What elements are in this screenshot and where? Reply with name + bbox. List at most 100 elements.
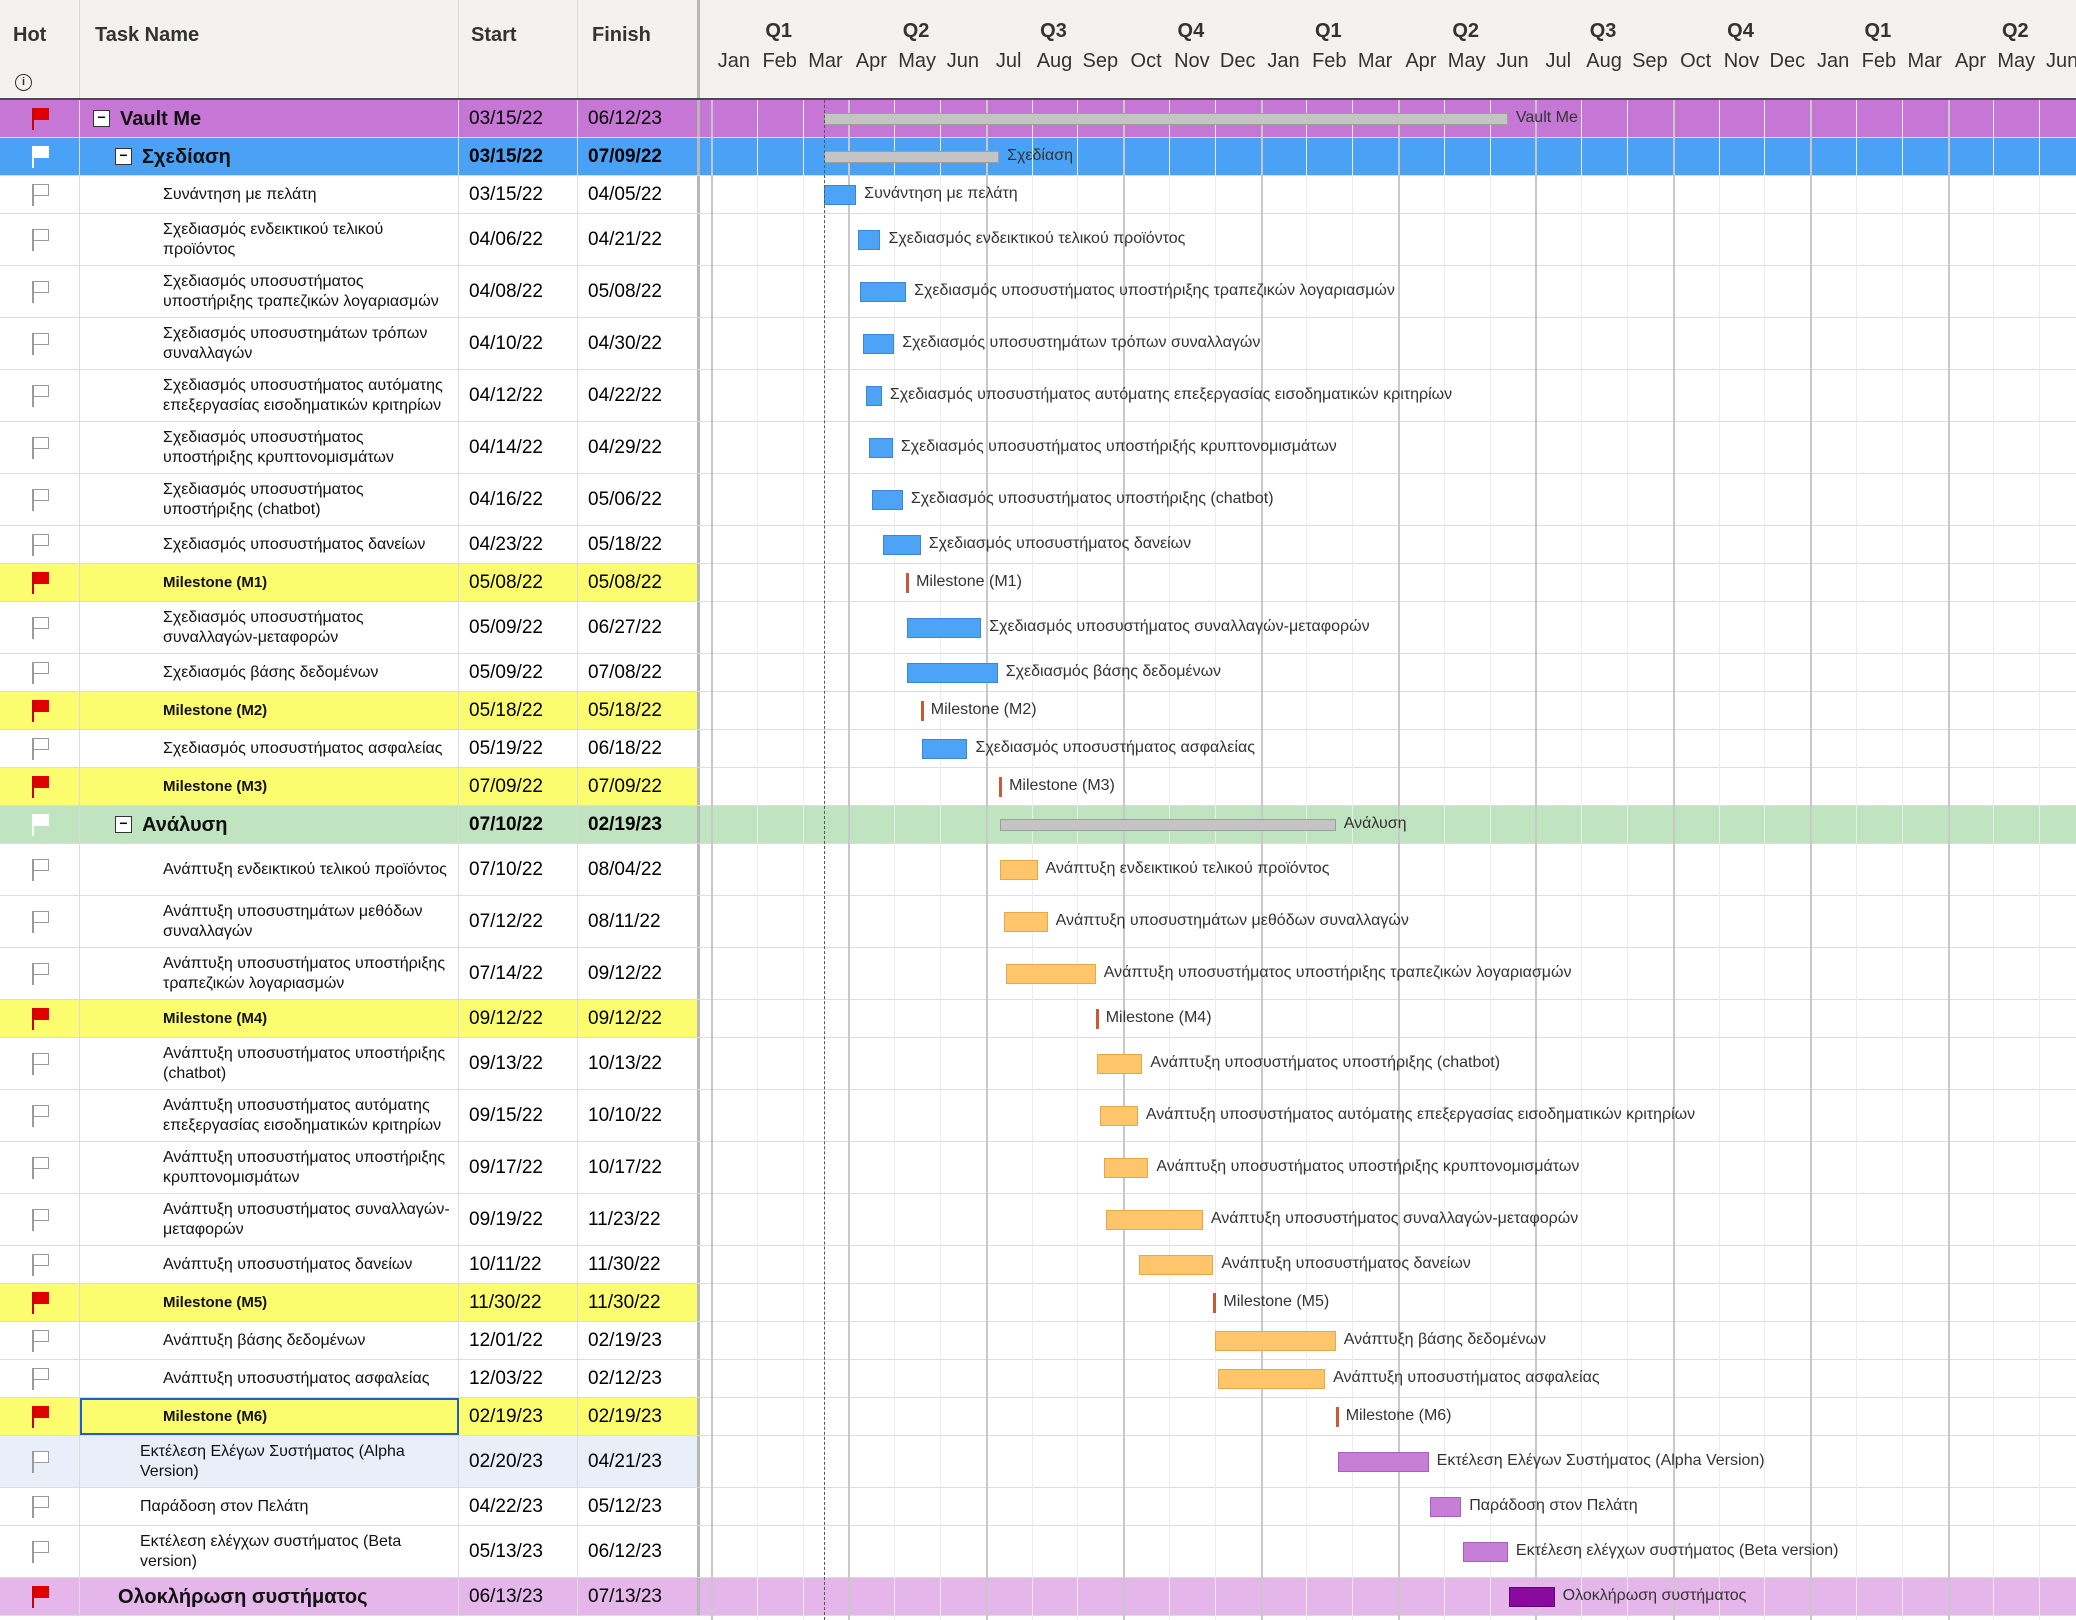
task-bar[interactable] <box>1106 1210 1203 1230</box>
hot-cell[interactable] <box>0 844 80 895</box>
task-name-cell[interactable]: Milestone (M3) <box>80 768 459 805</box>
task-bar[interactable] <box>869 438 893 458</box>
start-date-cell[interactable]: 03/15/22 <box>459 138 578 175</box>
hot-cell[interactable] <box>0 214 80 265</box>
hot-cell[interactable] <box>0 1194 80 1245</box>
column-header-hot[interactable]: Hot i <box>0 0 80 100</box>
task-name-cell[interactable]: Ανάπτυξη υποσυστήματος υποστήριξης (chat… <box>80 1038 459 1089</box>
hot-cell[interactable] <box>0 1488 80 1525</box>
flag-icon[interactable] <box>29 182 51 208</box>
flag-icon[interactable] <box>29 1366 51 1392</box>
milestone-marker[interactable] <box>1335 1407 1339 1427</box>
flag-icon[interactable] <box>29 1290 51 1316</box>
hot-cell[interactable] <box>0 1246 80 1283</box>
finish-date-cell[interactable]: 09/12/22 <box>578 1000 700 1037</box>
finish-date-cell[interactable]: 04/21/22 <box>578 214 700 265</box>
hot-cell[interactable] <box>0 1360 80 1397</box>
finish-date-cell[interactable]: 11/30/22 <box>578 1246 700 1283</box>
start-date-cell[interactable]: 10/11/22 <box>459 1246 578 1283</box>
start-date-cell[interactable]: 06/13/23 <box>459 1578 578 1615</box>
task-name-cell[interactable]: Ανάπτυξη υποσυστήματος αυτόματης επεξεργ… <box>80 1090 459 1141</box>
start-date-cell[interactable]: 09/19/22 <box>459 1194 578 1245</box>
flag-icon[interactable] <box>29 570 51 596</box>
info-icon[interactable]: i <box>15 74 32 91</box>
task-bar[interactable] <box>1214 1331 1336 1351</box>
flag-icon[interactable] <box>29 1252 51 1278</box>
hot-cell[interactable] <box>0 1398 80 1435</box>
hot-cell[interactable] <box>0 176 80 213</box>
finish-date-cell[interactable]: 07/08/22 <box>578 654 700 691</box>
collapse-minus-icon[interactable]: − <box>93 110 110 127</box>
task-name-cell[interactable]: Milestone (M2) <box>80 692 459 729</box>
task-bar[interactable] <box>1509 1587 1555 1607</box>
task-name-cell[interactable]: Σχεδιασμός ενδεικτικού τελικού προϊόντος <box>80 214 459 265</box>
start-date-cell[interactable]: 04/08/22 <box>459 266 578 317</box>
finish-date-cell[interactable]: 05/08/22 <box>578 266 700 317</box>
flag-icon[interactable] <box>29 1207 51 1233</box>
start-date-cell[interactable]: 02/20/23 <box>459 1436 578 1487</box>
start-date-cell[interactable]: 12/03/22 <box>459 1360 578 1397</box>
collapse-minus-icon[interactable]: − <box>115 816 132 833</box>
task-bar[interactable] <box>907 663 998 683</box>
hot-cell[interactable] <box>0 1526 80 1577</box>
flag-icon[interactable] <box>29 812 51 838</box>
flag-icon[interactable] <box>29 615 51 641</box>
finish-date-cell[interactable]: 08/11/22 <box>578 896 700 947</box>
task-name-cell[interactable]: Ανάπτυξη υποσυστήματος δανείων <box>80 1246 459 1283</box>
task-name-cell[interactable]: Ανάπτυξη υποσυστήματος συναλλαγών-μεταφο… <box>80 1194 459 1245</box>
task-name-cell[interactable]: Milestone (M1) <box>80 564 459 601</box>
start-date-cell[interactable]: 04/14/22 <box>459 422 578 473</box>
hot-cell[interactable] <box>0 318 80 369</box>
start-date-cell[interactable]: 09/12/22 <box>459 1000 578 1037</box>
finish-date-cell[interactable]: 04/21/23 <box>578 1436 700 1487</box>
flag-icon[interactable] <box>29 1155 51 1181</box>
task-bar[interactable] <box>859 282 907 302</box>
start-date-cell[interactable]: 05/18/22 <box>459 692 578 729</box>
flag-icon[interactable] <box>29 331 51 357</box>
task-bar[interactable] <box>857 230 881 250</box>
hot-cell[interactable] <box>0 768 80 805</box>
hot-cell[interactable] <box>0 602 80 653</box>
task-name-cell[interactable]: Σχεδιασμός υποσυστήματος δανείων <box>80 526 459 563</box>
hot-cell[interactable] <box>0 948 80 999</box>
task-name-cell[interactable]: Ανάπτυξη βάσης δεδομένων <box>80 1322 459 1359</box>
start-date-cell[interactable]: 07/10/22 <box>459 806 578 843</box>
task-name-cell[interactable]: Εκτέλεση Ελέγων Συστήματος (Alpha Versio… <box>80 1436 459 1487</box>
start-date-cell[interactable]: 04/16/22 <box>459 474 578 525</box>
hot-cell[interactable] <box>0 730 80 767</box>
summary-bar[interactable] <box>1000 819 1336 831</box>
flag-icon[interactable] <box>29 1539 51 1565</box>
task-name-cell[interactable]: Σχεδιασμός υποσυστήματος υποστήριξης κρυ… <box>80 422 459 473</box>
finish-date-cell[interactable]: 02/19/23 <box>578 1398 700 1435</box>
hot-cell[interactable] <box>0 806 80 843</box>
start-date-cell[interactable]: 07/10/22 <box>459 844 578 895</box>
task-bar[interactable] <box>1006 964 1096 984</box>
task-bar[interactable] <box>1097 1054 1143 1074</box>
finish-date-cell[interactable]: 07/09/22 <box>578 138 700 175</box>
task-name-cell[interactable]: Milestone (M5) <box>80 1284 459 1321</box>
start-date-cell[interactable]: 09/17/22 <box>459 1142 578 1193</box>
finish-date-cell[interactable]: 05/08/22 <box>578 564 700 601</box>
finish-date-cell[interactable]: 04/22/22 <box>578 370 700 421</box>
flag-icon[interactable] <box>29 1006 51 1032</box>
start-date-cell[interactable]: 05/08/22 <box>459 564 578 601</box>
finish-date-cell[interactable]: 10/10/22 <box>578 1090 700 1141</box>
hot-cell[interactable] <box>0 266 80 317</box>
finish-date-cell[interactable]: 11/30/22 <box>578 1284 700 1321</box>
hot-cell[interactable] <box>0 526 80 563</box>
task-name-cell[interactable]: Ανάπτυξη υποσυστήματος υποστήριξης κρυπτ… <box>80 1142 459 1193</box>
column-header-task-name[interactable]: Task Name <box>80 0 459 100</box>
finish-date-cell[interactable]: 05/12/23 <box>578 1488 700 1525</box>
start-date-cell[interactable]: 07/09/22 <box>459 768 578 805</box>
start-date-cell[interactable]: 03/15/22 <box>459 176 578 213</box>
hot-cell[interactable] <box>0 1090 80 1141</box>
flag-icon[interactable] <box>29 279 51 305</box>
hot-cell[interactable] <box>0 1038 80 1089</box>
start-date-cell[interactable]: 04/22/23 <box>459 1488 578 1525</box>
task-bar[interactable] <box>1217 1369 1326 1389</box>
hot-cell[interactable] <box>0 692 80 729</box>
hot-cell[interactable] <box>0 370 80 421</box>
hot-cell[interactable] <box>0 100 80 137</box>
hot-cell[interactable] <box>0 138 80 175</box>
task-name-cell[interactable]: Ολοκλήρωση συστήματος <box>80 1578 459 1615</box>
